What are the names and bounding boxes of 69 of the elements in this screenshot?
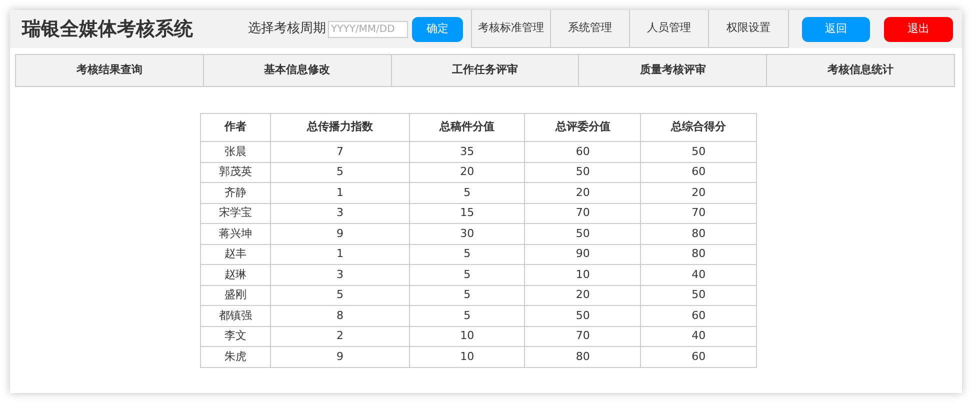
- menu-tab[interactable]: 工作任务评审: [392, 55, 580, 86]
- table-cell: 20: [524, 285, 641, 306]
- period-label: 选择考核周期: [248, 20, 326, 38]
- table-cell: 60: [640, 306, 756, 326]
- table-cell: 3: [270, 264, 410, 285]
- table-cell: 5: [409, 285, 525, 306]
- table-cell: 朱虎: [200, 346, 271, 367]
- table-cell: 李文: [200, 326, 271, 346]
- table-cell: 1: [270, 182, 410, 203]
- column-header: 总稿件分值: [409, 114, 525, 142]
- table-cell: 70: [524, 326, 641, 346]
- column-header: 作者: [200, 114, 271, 142]
- table-cell: 蒋兴坤: [200, 224, 271, 244]
- table-cell: 35: [409, 142, 525, 162]
- table-cell: 10: [524, 264, 641, 285]
- table-cell: 赵琳: [200, 264, 271, 285]
- table-cell: 10: [409, 346, 525, 367]
- column-header: 总传播力指数: [270, 114, 410, 142]
- table-cell: 50: [640, 142, 756, 162]
- column-header: 总评委分值: [524, 114, 641, 142]
- table-cell: 5: [409, 244, 525, 264]
- table-cell: 9: [270, 346, 410, 367]
- table-cell: 盛刚: [200, 285, 271, 306]
- table-cell: 7: [270, 142, 410, 162]
- table-cell: 60: [524, 142, 641, 162]
- menu-tab[interactable]: 考核信息统计: [767, 55, 954, 86]
- table-cell: 20: [409, 162, 525, 182]
- table-cell: 15: [409, 203, 525, 224]
- table-cell: 70: [640, 203, 756, 224]
- menu-tab[interactable]: 质量考核评审: [579, 55, 768, 86]
- table-cell: 5: [270, 285, 410, 306]
- exit-button[interactable]: 退出: [884, 16, 953, 42]
- table-cell: 2: [270, 326, 410, 346]
- app-title: 瑞银全媒体考核系统: [22, 16, 194, 42]
- table-cell: 都镇强: [200, 306, 271, 326]
- menu-tab[interactable]: 基本信息修改: [204, 55, 392, 86]
- table-cell: 齐静: [200, 182, 271, 203]
- table-cell: 80: [640, 224, 756, 244]
- table-cell: 张晨: [200, 142, 271, 162]
- table-cell: 赵丰: [200, 244, 271, 264]
- table-cell: 20: [524, 182, 641, 203]
- table-cell: 40: [640, 326, 756, 346]
- table-cell: 60: [640, 162, 756, 182]
- table-cell: 70: [524, 203, 641, 224]
- table-cell: 50: [640, 285, 756, 306]
- table-cell: 50: [524, 306, 641, 326]
- table-cell: 宋学宝: [200, 203, 271, 224]
- table-cell: 1: [270, 244, 410, 264]
- table-cell: 10: [409, 326, 525, 346]
- table-cell: 3: [270, 203, 410, 224]
- table-cell: 5: [270, 162, 410, 182]
- table-cell: 5: [409, 264, 525, 285]
- column-header: 总综合得分: [640, 114, 756, 142]
- table-cell: 50: [524, 224, 641, 244]
- table-cell: 5: [409, 182, 525, 203]
- table-cell: 90: [524, 244, 641, 264]
- table-cell: 50: [524, 162, 641, 182]
- table-cell: 60: [640, 346, 756, 367]
- table-cell: 80: [524, 346, 641, 367]
- table-cell: 9: [270, 224, 410, 244]
- table-cell: 40: [640, 264, 756, 285]
- table-cell: 郭茂英: [200, 162, 271, 182]
- date-field[interactable]: YYYY/MM/DD: [328, 20, 408, 38]
- table-cell: 30: [409, 224, 525, 244]
- menu-tab[interactable]: 考核结果查询: [16, 55, 204, 86]
- table-cell: 5: [409, 306, 525, 326]
- table-cell: 80: [640, 244, 756, 264]
- table-cell: 20: [640, 182, 756, 203]
- table-cell: 8: [270, 306, 410, 326]
